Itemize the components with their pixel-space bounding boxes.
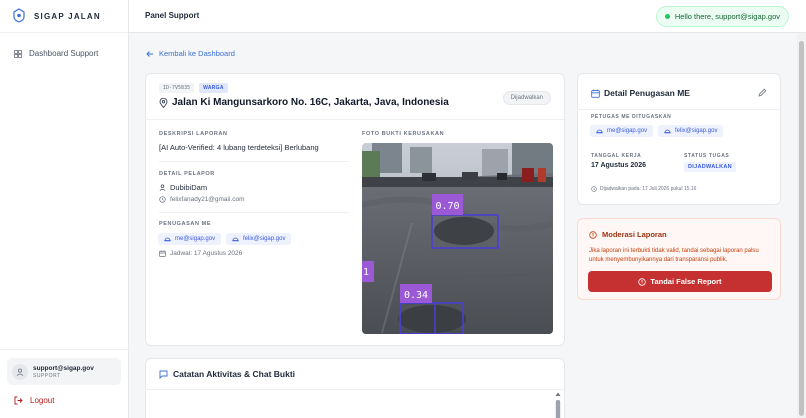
detection-score: 1 bbox=[363, 267, 369, 278]
divider bbox=[146, 119, 564, 120]
divider bbox=[159, 161, 349, 162]
reporter-name: DubibiDam bbox=[159, 183, 207, 192]
officer-text: felix@sigap.gov bbox=[675, 128, 718, 134]
brand-name: SIGAP JALAN bbox=[34, 11, 101, 21]
alert-circle-icon bbox=[589, 230, 597, 239]
brand[interactable]: SIGAP JALAN bbox=[0, 0, 128, 33]
divider bbox=[159, 212, 349, 213]
detection-score: 0.70 bbox=[435, 201, 459, 212]
alert-circle-icon bbox=[638, 277, 647, 286]
user-email: support@sigap.gov bbox=[33, 364, 94, 372]
online-dot-icon bbox=[664, 14, 670, 19]
divider bbox=[578, 109, 780, 110]
back-to-dashboard-link[interactable]: Kembali ke Dashboard bbox=[146, 49, 235, 58]
reporter-type-badge: WARGA bbox=[199, 83, 228, 93]
officer-text: me@sigap.gov bbox=[607, 128, 648, 134]
calendar-icon bbox=[159, 250, 166, 257]
scheduled-at-text: Dijadwalkan pada: 17 Juli 2026 pukul 15.… bbox=[600, 186, 697, 192]
report-id: ID-7V5835 bbox=[159, 83, 195, 93]
detection-score: 0.34 bbox=[404, 290, 428, 301]
moderation-description: Jika laporan ini terbukti tidak valid, t… bbox=[589, 248, 759, 263]
page-title: Panel Support bbox=[145, 11, 200, 20]
chat-icon bbox=[159, 370, 168, 379]
schedule-text: Jadwal: 17 Agustus 2026 bbox=[170, 250, 243, 257]
assignment-detail-card: Detail Penugasan ME PETUGAS ME DITUGASKA… bbox=[577, 73, 781, 205]
work-date: 17 Agustus 2026 bbox=[591, 162, 646, 169]
map-pin-icon bbox=[159, 97, 168, 108]
description-label: DESKRIPSI LAPORAN bbox=[159, 131, 228, 137]
user-card[interactable]: support@sigap.gov SUPPORT bbox=[7, 358, 121, 385]
address-text: Jalan Ki Mangunsarkoro No. 16C, Jakarta,… bbox=[172, 97, 449, 108]
reporter-name-text: DubibiDam bbox=[170, 183, 208, 192]
photo-label: FOTO BUKTI KERUSAKAN bbox=[362, 131, 445, 137]
assigned-officer-text: me@sigap.gov bbox=[175, 236, 216, 242]
calendar-icon bbox=[591, 88, 600, 98]
sidebar-item-dashboard-support[interactable]: Dashboard Support bbox=[14, 49, 98, 58]
task-status-label: STATUS TUGAS bbox=[684, 153, 730, 159]
assigned-officer-text: felix@sigap.gov bbox=[243, 236, 286, 242]
assignment-title-text: Detail Penugasan ME bbox=[604, 88, 690, 98]
damage-photo[interactable]: 0.70 0.34 1 bbox=[362, 143, 553, 334]
hard-hat-icon bbox=[664, 129, 671, 134]
report-address: Jalan Ki Mangunsarkoro No. 16C, Jakarta,… bbox=[159, 97, 449, 108]
mark-false-report-label: Tandai False Report bbox=[650, 277, 722, 286]
status-badge: Dijadwalkan bbox=[502, 91, 551, 105]
hard-hat-icon bbox=[596, 129, 603, 134]
mail-icon bbox=[159, 196, 166, 203]
edit-icon[interactable] bbox=[758, 88, 767, 97]
hard-hat-icon bbox=[232, 237, 239, 242]
officers-label: PETUGAS ME DITUGASKAN bbox=[591, 114, 672, 120]
damage-photo-image: 0.70 0.34 1 bbox=[362, 143, 553, 334]
logo-icon bbox=[13, 8, 25, 23]
page-scrollbar[interactable] bbox=[797, 33, 806, 418]
hard-hat-icon bbox=[164, 237, 171, 242]
description-text: [AI Auto-Verified: 4 lubang terdeteksi] … bbox=[159, 143, 319, 152]
task-status-badge: DIJADWALKAN bbox=[684, 162, 736, 172]
logout-icon bbox=[14, 396, 23, 405]
schedule-info: Jadwal: 17 Agustus 2026 bbox=[159, 250, 242, 257]
scrollbar-thumb[interactable] bbox=[799, 41, 804, 416]
mark-false-report-button[interactable]: Tandai False Report bbox=[588, 271, 772, 292]
report-card: ID-7V5835 WARGA Jalan Ki Mangunsarkoro N… bbox=[145, 73, 565, 346]
user-icon bbox=[16, 368, 24, 376]
assignment-title: Detail Penugasan ME bbox=[591, 88, 690, 98]
reporter-email: felixfanady21@gmail.com bbox=[159, 196, 245, 203]
grid-icon bbox=[14, 49, 22, 58]
arrow-left-icon bbox=[146, 50, 153, 57]
assigned-officer-pill: me@sigap.gov bbox=[158, 233, 222, 245]
officer-pill: me@sigap.gov bbox=[590, 125, 654, 137]
work-date-label: TANGGAL KERJA bbox=[591, 153, 642, 159]
activity-chat-card: Catatan Aktivitas & Chat Bukti bbox=[145, 358, 565, 418]
back-label: Kembali ke Dashboard bbox=[159, 49, 235, 58]
sidebar-item-label: Dashboard Support bbox=[29, 49, 99, 58]
reporter-email-text: felixfanady21@gmail.com bbox=[170, 196, 245, 203]
divider bbox=[146, 389, 564, 390]
moderation-card: Moderasi Laporan Jika laporan ini terbuk… bbox=[577, 218, 781, 300]
greeting-badge: Hello there, support@sigap.gov bbox=[655, 6, 789, 27]
logout-button[interactable]: Logout bbox=[14, 396, 54, 405]
topbar: Panel Support Hello there, support@sigap… bbox=[129, 0, 806, 33]
scheduled-at: Dijadwalkan pada: 17 Juli 2026 pukul 15.… bbox=[591, 186, 696, 192]
chat-title-text: Catatan Aktivitas & Chat Bukti bbox=[173, 369, 296, 379]
moderation-title-text: Moderasi Laporan bbox=[602, 230, 667, 239]
reporter-label: DETAIL PELAPOR bbox=[159, 171, 215, 177]
chat-title: Catatan Aktivitas & Chat Bukti bbox=[159, 369, 295, 379]
assigned-officer-pill: felix@sigap.gov bbox=[226, 233, 292, 245]
assigned-label: PENUGASAN ME bbox=[159, 221, 212, 227]
sidebar-footer: support@sigap.gov SUPPORT Logout bbox=[0, 349, 129, 418]
avatar bbox=[12, 363, 28, 380]
report-chips: ID-7V5835 WARGA bbox=[159, 83, 228, 93]
moderation-title: Moderasi Laporan bbox=[589, 230, 667, 239]
logout-label: Logout bbox=[30, 396, 55, 405]
officer-pill: felix@sigap.gov bbox=[658, 125, 724, 137]
user-role: SUPPORT bbox=[33, 372, 61, 379]
sidebar: SIGAP JALAN Dashboard Support support@si… bbox=[0, 0, 129, 418]
clock-icon bbox=[591, 186, 597, 192]
user-icon bbox=[159, 184, 166, 191]
chat-scrollbar[interactable] bbox=[555, 391, 561, 418]
greeting-text: Hello there, support@sigap.gov bbox=[674, 12, 780, 21]
